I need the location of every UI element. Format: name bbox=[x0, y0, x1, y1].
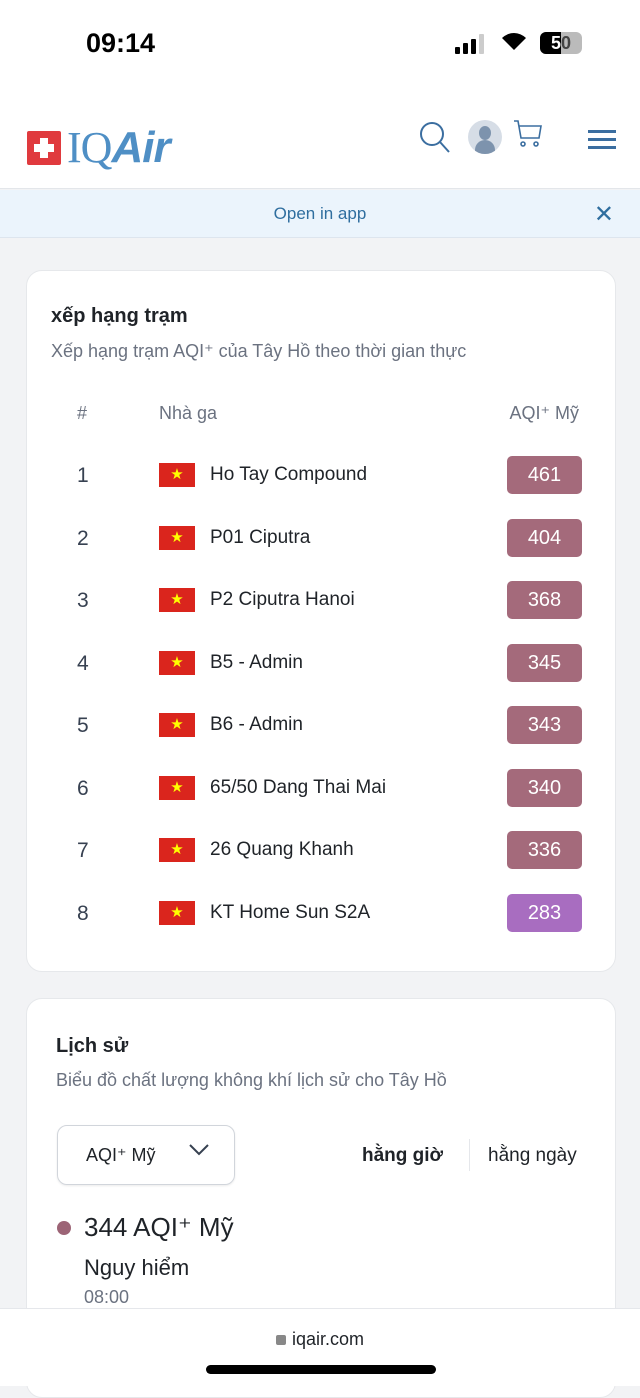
station-rank: 2 bbox=[77, 526, 89, 550]
vietnam-flag-icon: ★ bbox=[159, 838, 195, 862]
aqi-badge: 343 bbox=[507, 706, 582, 744]
current-aqi-level: Nguy hiểm bbox=[84, 1255, 190, 1280]
tab-daily[interactable]: hằng ngày bbox=[488, 1145, 577, 1167]
battery-icon: 50 bbox=[540, 32, 582, 54]
column-header-rank: # bbox=[77, 403, 88, 423]
user-avatar[interactable] bbox=[468, 120, 502, 154]
station-name[interactable]: P01 Ciputra bbox=[210, 527, 310, 549]
aqi-badge: 368 bbox=[507, 581, 582, 619]
close-icon[interactable]: ✕ bbox=[594, 200, 614, 229]
station-ranking-card: xếp hạng trạm Xếp hạng trạm AQI⁺ của Tây… bbox=[26, 270, 616, 972]
station-row[interactable]: 7 ★ 26 Quang Khanh 336 bbox=[27, 831, 617, 871]
open-in-app-banner: Open in app ✕ bbox=[0, 190, 640, 238]
history-subtitle: Biểu đồ chất lượng không khí lịch sử cho… bbox=[56, 1070, 447, 1090]
lock-icon bbox=[275, 1335, 286, 1345]
search-icon[interactable] bbox=[418, 120, 452, 161]
open-in-app-link[interactable]: Open in app bbox=[0, 204, 640, 224]
station-rank: 8 bbox=[77, 901, 89, 925]
tab-divider bbox=[469, 1139, 470, 1171]
station-name[interactable]: KT Home Sun S2A bbox=[210, 902, 370, 924]
station-row[interactable]: 4 ★ B5 - Admin 345 bbox=[27, 643, 617, 684]
station-name[interactable]: B5 - Admin bbox=[210, 652, 303, 674]
browser-address-bar[interactable]: iqair.com bbox=[0, 1308, 640, 1386]
metric-select[interactable]: AQI⁺ Mỹ bbox=[57, 1125, 235, 1185]
ranking-subtitle: Xếp hạng trạm AQI⁺ của Tây Hồ theo thời … bbox=[51, 341, 467, 361]
chevron-down-icon bbox=[188, 1140, 210, 1163]
station-rank: 1 bbox=[77, 464, 89, 487]
column-header-station: Nhà ga bbox=[159, 403, 218, 423]
aqi-badge: 461 bbox=[507, 456, 582, 494]
cart-icon[interactable] bbox=[512, 118, 544, 155]
swiss-cross-icon bbox=[27, 130, 61, 165]
station-name[interactable]: Ho Tay Compound bbox=[210, 464, 367, 486]
site-header: IQAir bbox=[0, 90, 640, 189]
clock: 09:14 bbox=[86, 28, 156, 58]
home-indicator[interactable] bbox=[206, 1365, 436, 1374]
vietnam-flag-icon: ★ bbox=[159, 775, 195, 800]
logo-text-prefix: IQ bbox=[67, 123, 112, 172]
status-bar: 09:14 50 bbox=[0, 0, 640, 90]
aqi-badge: 345 bbox=[507, 643, 582, 682]
battery-level: 50 bbox=[550, 33, 572, 53]
ranking-title: xếp hạng trạm bbox=[51, 305, 188, 327]
metric-select-value: AQI⁺ Mỹ bbox=[86, 1145, 156, 1165]
vietnam-flag-icon: ★ bbox=[159, 463, 195, 487]
current-aqi-time: 08:00 bbox=[84, 1287, 130, 1307]
aqi-badge: 336 bbox=[507, 831, 582, 869]
history-title: Lịch sử bbox=[56, 1035, 129, 1057]
station-name[interactable]: P2 Ciputra Hanoi bbox=[210, 589, 355, 611]
aqi-color-dot bbox=[57, 1221, 71, 1235]
iqair-logo[interactable]: IQAir bbox=[27, 122, 171, 173]
menu-icon[interactable] bbox=[588, 130, 616, 155]
vietnam-flag-icon: ★ bbox=[159, 713, 195, 737]
logo-text-suffix: Air bbox=[111, 123, 170, 172]
vietnam-flag-icon: ★ bbox=[159, 650, 195, 675]
station-row[interactable]: 6 ★ 65/50 Dang Thai Mai 340 bbox=[27, 768, 617, 809]
url-text: iqair.com bbox=[291, 1329, 365, 1349]
station-row[interactable]: 2 ★ P01 Ciputra 404 bbox=[27, 518, 617, 559]
station-rank: 4 bbox=[77, 651, 89, 675]
vietnam-flag-icon: ★ bbox=[159, 525, 195, 550]
station-rank: 6 bbox=[77, 776, 89, 800]
signal-icon bbox=[455, 34, 484, 54]
wifi-icon bbox=[500, 30, 528, 58]
station-row[interactable]: 3 ★ P2 Ciputra Hanoi 368 bbox=[27, 581, 617, 621]
station-name[interactable]: B6 - Admin bbox=[210, 714, 303, 736]
station-row[interactable]: 1 ★ Ho Tay Compound 461 bbox=[27, 456, 617, 496]
station-name[interactable]: 26 Quang Khanh bbox=[210, 839, 354, 861]
station-rank: 3 bbox=[77, 589, 89, 612]
aqi-badge: 404 bbox=[507, 518, 582, 557]
tab-hourly[interactable]: hằng giờ bbox=[362, 1145, 443, 1167]
station-name[interactable]: 65/50 Dang Thai Mai bbox=[210, 777, 386, 799]
vietnam-flag-icon: ★ bbox=[159, 588, 195, 612]
aqi-badge: 340 bbox=[507, 768, 582, 807]
column-header-aqi: AQI⁺ Mỹ bbox=[509, 403, 579, 423]
current-aqi-value: 344 AQI⁺ Mỹ bbox=[84, 1212, 234, 1242]
vietnam-flag-icon: ★ bbox=[159, 900, 195, 925]
station-row[interactable]: 8 ★ KT Home Sun S2A 283 bbox=[27, 893, 617, 934]
station-rank: 7 bbox=[77, 839, 89, 862]
aqi-badge: 283 bbox=[507, 893, 582, 932]
station-row[interactable]: 5 ★ B6 - Admin 343 bbox=[27, 706, 617, 746]
station-rank: 5 bbox=[77, 714, 89, 737]
